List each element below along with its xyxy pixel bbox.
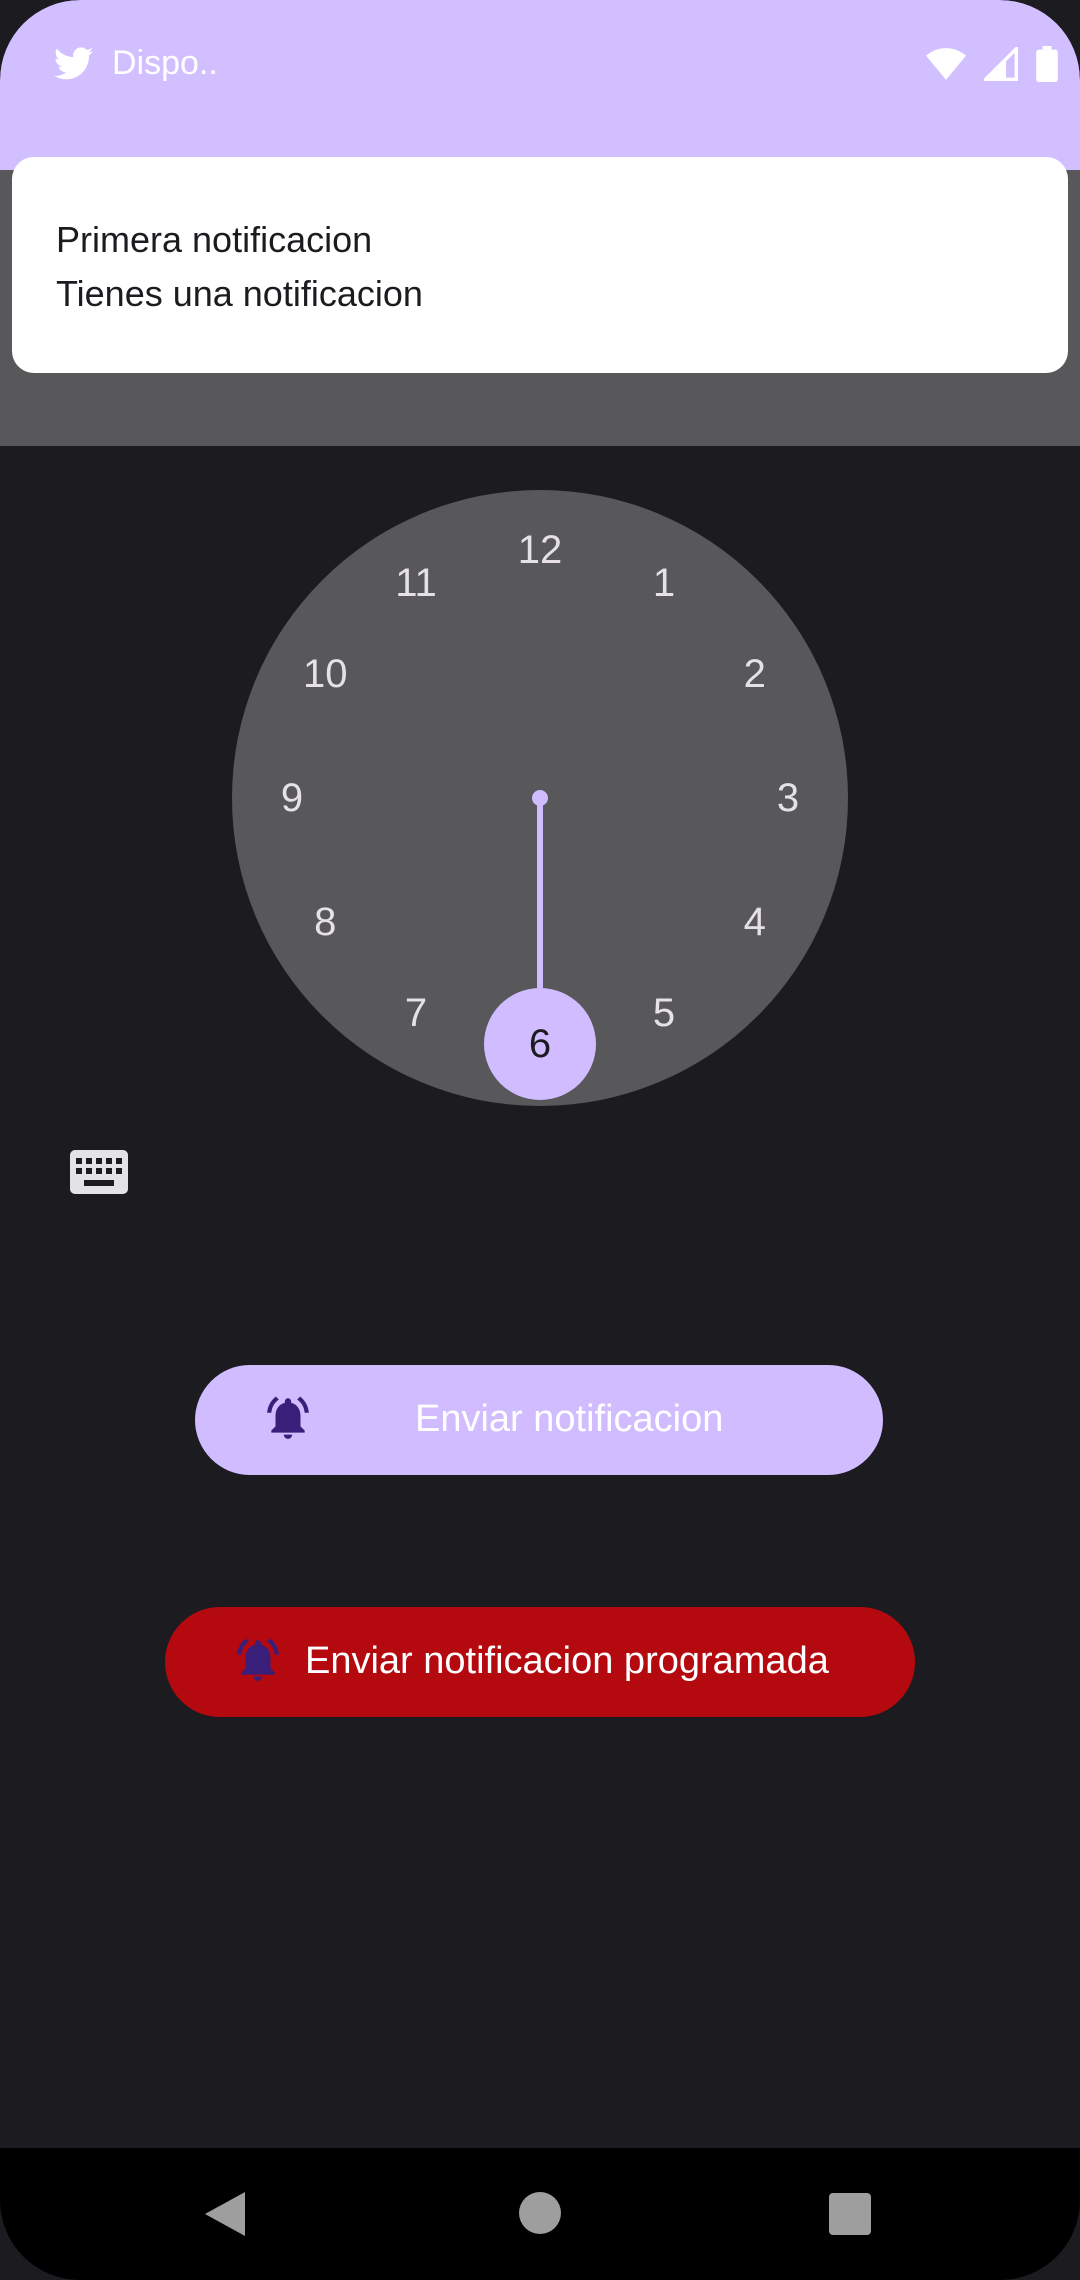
keyboard-icon[interactable] [70,1150,128,1194]
send-scheduled-notification-label: Enviar notificacion programada [305,1640,829,1682]
status-icons [926,46,1058,82]
clock-center [532,790,548,806]
clock-selected-hour[interactable]: 6 [484,988,596,1100]
wifi-icon [926,48,966,80]
clock-number-9[interactable]: 9 [252,773,332,823]
clock-hand [537,798,543,988]
status-bar: Dispo.. [0,0,1080,170]
clock-number-2[interactable]: 2 [715,649,795,699]
send-notification-label: Enviar notificacion [415,1398,724,1440]
alarm-bell-icon [267,1396,309,1439]
notification-text: Tienes una notificacion [56,273,423,314]
send-scheduled-notification-button[interactable]: Enviar notificacion programada [165,1607,915,1717]
clock-number-7[interactable]: 7 [376,988,456,1038]
send-notification-button[interactable]: Enviar notificacion [195,1365,883,1475]
twitter-bird-icon [54,46,94,79]
clock-number-8[interactable]: 8 [285,897,365,947]
recents-square-icon[interactable] [829,2193,871,2235]
clock-number-12[interactable]: 12 [500,525,580,575]
clock-number-4[interactable]: 4 [715,897,795,947]
heads-up-notification[interactable]: Primera notificacion Tienes una notifica… [12,157,1068,373]
status-left: Dispo.. [54,44,218,83]
clock-number-11[interactable]: 11 [376,558,456,608]
screen: Dispo.. Primera notificacion Tienes una … [0,0,1080,2280]
clock-number-1[interactable]: 1 [624,558,704,608]
cell-signal-icon [984,47,1018,81]
status-app-name: Dispo.. [112,44,218,82]
clock-number-5[interactable]: 5 [624,988,704,1038]
back-triangle-icon[interactable] [205,2192,245,2236]
time-picker-clock[interactable]: 11 10 9 8 7 5 4 3 2 1 12 6 [232,490,848,1106]
clock-number-10[interactable]: 10 [285,649,365,699]
notification-title: Primera notificacion [56,219,373,260]
clock-number-3[interactable]: 3 [748,773,828,823]
alarm-bell-icon [237,1638,279,1681]
navigation-bar [0,2148,1080,2280]
battery-icon [1036,46,1058,82]
home-circle-icon[interactable] [519,2192,561,2234]
